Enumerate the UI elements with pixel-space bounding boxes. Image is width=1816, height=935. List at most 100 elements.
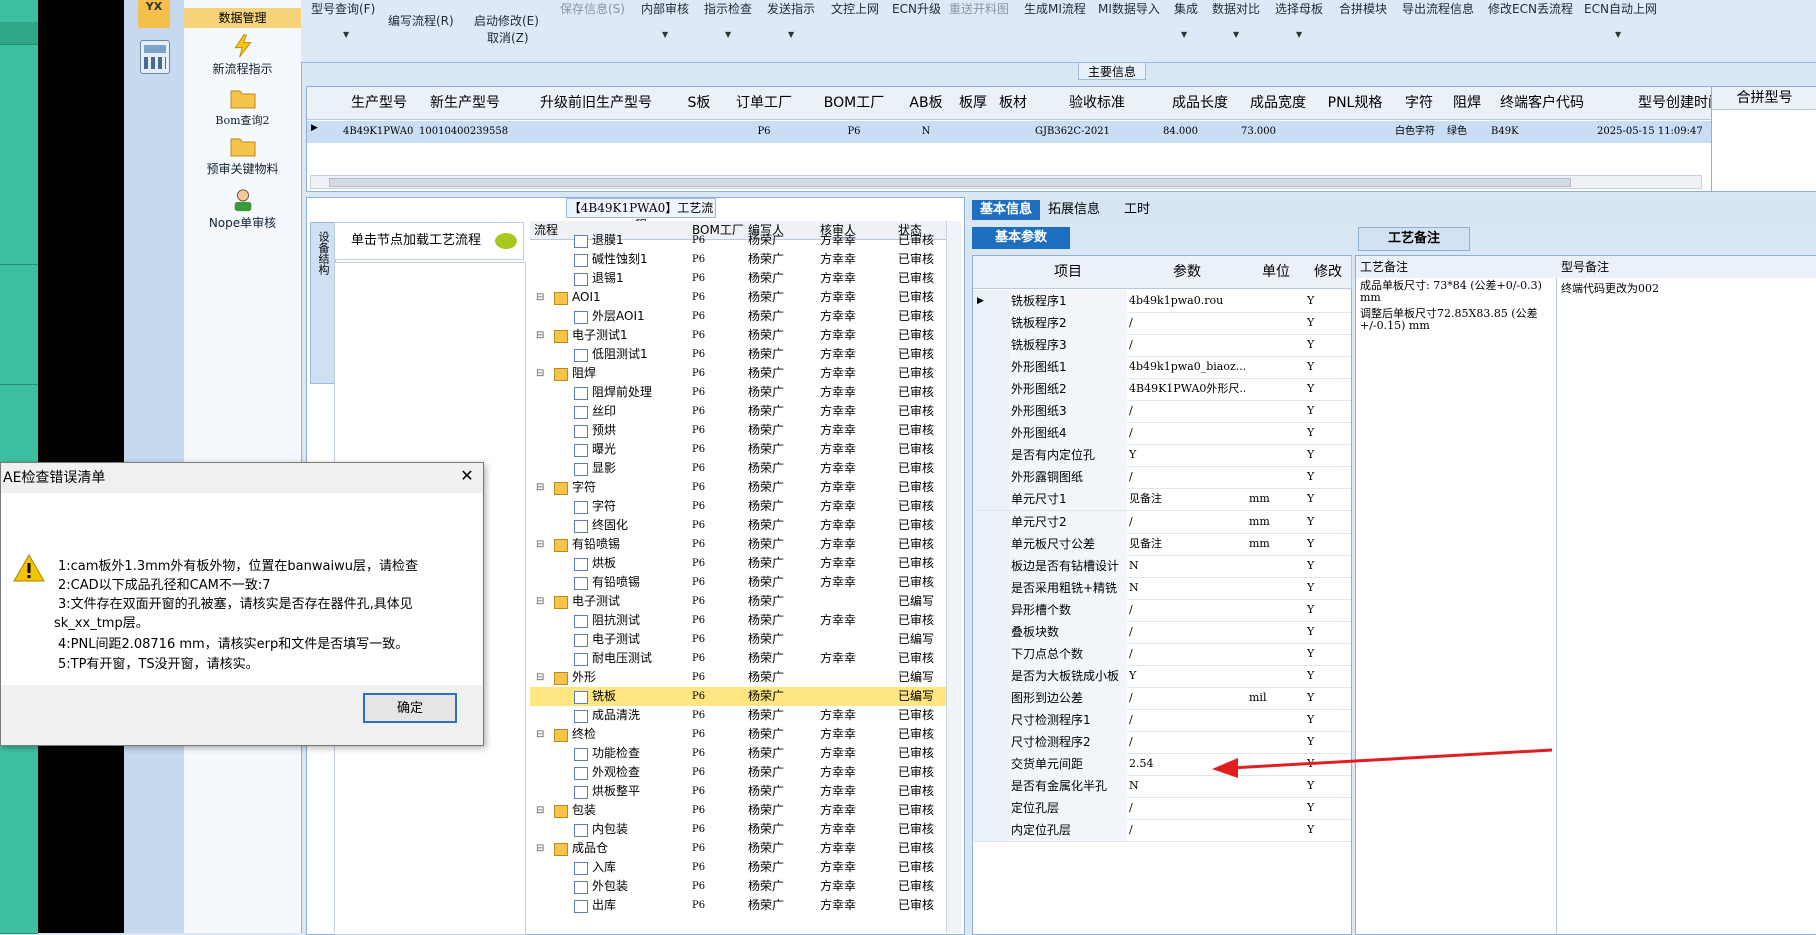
tree-row[interactable]: 阻抗测试 P6 杨荣广 方幸幸 已审核 [530, 611, 946, 630]
param-row[interactable]: 外形图纸4/ Y [973, 422, 1351, 446]
close-icon[interactable]: ✕ [453, 463, 481, 489]
tab-right-2[interactable]: 工时 [1116, 200, 1158, 220]
param-cell-param[interactable]: / [1129, 709, 1245, 731]
tree-row[interactable]: 退膜1 P6 杨荣广 方幸幸 已审核 [530, 231, 946, 250]
tree-row[interactable]: ⊟ 阻焊 P6 杨荣广 方幸幸 已审核 [530, 364, 946, 383]
param-row[interactable]: 外形图纸2 4B49K1PWA0外形尺... Y [973, 378, 1351, 402]
param-cell-param[interactable]: / [1129, 797, 1245, 819]
param-cell-param[interactable]: 4B49K1PWA0外形尺... [1129, 378, 1245, 400]
column-header[interactable]: S板 [679, 87, 720, 120]
column-header[interactable]: 板材 [993, 87, 1034, 120]
column-header[interactable]: 字符 [1393, 87, 1446, 120]
mi-import-button[interactable]: MI数据导入 [1098, 0, 1160, 17]
indicator-check-button[interactable]: 指示检查 [704, 0, 752, 17]
tree-row[interactable]: 耐电压测试 P6 杨荣广 方幸幸 已审核 [530, 649, 946, 668]
param-column-header[interactable]: 项目 [1009, 256, 1128, 289]
param-row[interactable]: 异形槽个数 / Y [973, 598, 1351, 622]
collapse-icon[interactable]: ⊟ [536, 478, 544, 497]
tree-row[interactable]: ⊟ 有铅喷锡 P6 杨荣广 方幸幸 已审核 [530, 535, 946, 554]
param-row[interactable]: ▶ 铣板程序1 4b49k1pwa0.rou Y [973, 290, 1351, 313]
param-cell-param[interactable]: / [1129, 819, 1245, 841]
side-tab-equipment[interactable]: 设备结构 [310, 222, 336, 384]
tab-craft-notes[interactable]: 工艺备注 [1358, 227, 1470, 251]
gen-mi-flow-button[interactable]: 生成MI流程 [1024, 0, 1086, 17]
tree-row[interactable]: ⊟ AOI1 P6 杨荣广 方幸幸 已审核 [530, 288, 946, 307]
param-row[interactable]: 板边是否有钻槽设计 N Y [973, 554, 1351, 578]
param-row[interactable]: 单元尺寸1 见备注 mm Y [973, 488, 1351, 512]
param-row[interactable]: 单元尺寸2/ mm Y [973, 510, 1351, 534]
collapse-icon[interactable]: ⊟ [536, 592, 544, 611]
column-header[interactable]: BOM工厂 [809, 87, 900, 120]
param-row[interactable]: 单元板尺寸公差 见备注 mm Y [973, 532, 1351, 556]
collapse-icon[interactable]: ⊟ [536, 801, 544, 820]
tab-basic-params[interactable]: 基本参数 [972, 227, 1070, 249]
select-board-button[interactable]: 选择母板 [1275, 0, 1323, 17]
param-cell-param[interactable]: / [1129, 422, 1245, 444]
tree-row[interactable]: 内包装 P6 杨荣广 方幸幸 已审核 [530, 820, 946, 839]
column-header[interactable]: 阻焊 [1445, 87, 1490, 120]
tree-row[interactable]: ⊟ 外形 P6 杨荣广 已编写 [530, 668, 946, 687]
start-edit-button[interactable]: 启动修改(E) [474, 12, 539, 29]
tree-row[interactable]: 显影 P6 杨荣广 方幸幸 已审核 [530, 459, 946, 478]
collapse-icon[interactable]: ⊟ [536, 668, 544, 687]
send-indicator-button[interactable]: 发送指示 [767, 0, 815, 17]
calculator-icon[interactable] [140, 40, 170, 74]
tree-row[interactable]: 低阻测试1 P6 杨荣广 方幸幸 已审核 [530, 345, 946, 364]
param-cell-param[interactable]: / [1129, 621, 1245, 643]
param-row[interactable]: 尺寸检测程序1/ Y [973, 708, 1351, 732]
tree-row[interactable]: 有铅喷锡 P6 杨荣广 方幸幸 已审核 [530, 573, 946, 592]
param-row[interactable]: 外形图纸3/ Y [973, 400, 1351, 424]
tree-row[interactable]: 电子测试 P6 杨荣广 已编写 [530, 630, 946, 649]
column-header[interactable]: 终端客户代码 [1489, 87, 1596, 120]
collapse-icon[interactable]: ⊟ [536, 364, 544, 383]
param-row[interactable]: 是否有内定位孔 Y Y [973, 444, 1351, 468]
tree-row[interactable]: 入库 P6 杨荣广 方幸幸 已审核 [530, 858, 946, 877]
tree-row[interactable]: ⊟ 成品仓 P6 杨荣广 方幸幸 已审核 [530, 839, 946, 858]
param-row[interactable]: 定位孔层 / Y [973, 797, 1351, 821]
tree-row[interactable]: 丝印 P6 杨荣广 方幸幸 已审核 [530, 402, 946, 421]
param-cell-param[interactable]: N [1129, 577, 1245, 599]
param-cell-param[interactable]: / [1129, 334, 1245, 356]
column-header[interactable]: PNL规格 [1317, 87, 1394, 120]
edit-flow-button[interactable]: 编写流程(R) [388, 12, 454, 29]
tree-row[interactable]: 铣板 P6 杨荣广 已编写 [530, 687, 946, 706]
param-cell-param[interactable]: / [1129, 643, 1245, 665]
param-row[interactable]: 外形图纸1 4b49k1pwa0_biaoz... Y [973, 356, 1351, 380]
column-header[interactable]: 成品宽度 [1239, 87, 1318, 120]
horizontal-scrollbar[interactable] [310, 175, 1702, 189]
collapse-icon[interactable]: ⊟ [536, 326, 544, 345]
param-cell-param[interactable]: / [1129, 511, 1245, 533]
collapse-icon[interactable]: ⊟ [536, 288, 544, 307]
tree-row[interactable]: 退锡1 P6 杨荣广 方幸幸 已审核 [530, 269, 946, 288]
param-row[interactable]: 下刀点总个数 / Y [973, 642, 1351, 666]
tree-row[interactable]: ⊟ 电子测试 P6 杨荣广 已编写 [530, 592, 946, 611]
doc-upload-button[interactable]: 文控上网 [831, 0, 879, 17]
tab-right-0[interactable]: 基本信息 [972, 200, 1041, 220]
column-header[interactable]: AB板 [899, 87, 954, 120]
resend-drill-button[interactable]: 重送开料图 [949, 0, 1009, 17]
param-cell-param[interactable]: 4b49k1pwa0_biaoz... [1129, 356, 1245, 378]
column-header[interactable]: 升级前旧生产型号 [513, 87, 680, 120]
column-header[interactable]: 板厚 [953, 87, 994, 120]
fix-ecn-button[interactable]: 修改ECN丢流程 [1488, 0, 1573, 17]
tree-row[interactable]: 外观检查 P6 杨荣广 方幸幸 已审核 [530, 763, 946, 782]
param-cell-param[interactable]: / [1129, 687, 1245, 709]
ok-button[interactable]: 确定 [363, 693, 457, 723]
param-cell-param[interactable]: 见备注 [1129, 533, 1245, 555]
collapse-icon[interactable]: ⊟ [536, 725, 544, 744]
param-row[interactable]: 外形露铜图纸 / Y [973, 466, 1351, 490]
tree-row[interactable]: ⊟ 终检 P6 杨荣广 方幸幸 已审核 [530, 725, 946, 744]
ecn-upgrade-button[interactable]: ECN升级 [892, 0, 941, 17]
tree-row[interactable]: 外层AOI1 P6 杨荣广 方幸幸 已审核 [530, 307, 946, 326]
tree-row[interactable]: 外包装 P6 杨荣广 方幸幸 已审核 [530, 877, 946, 896]
param-column-header[interactable]: 修改 [1305, 256, 1352, 289]
data-compare-button[interactable]: 数据对比 [1212, 0, 1260, 17]
column-header[interactable]: 成品长度 [1161, 87, 1240, 120]
param-cell-param[interactable]: Y [1129, 665, 1245, 687]
collapse-icon[interactable]: ⊟ [536, 839, 544, 858]
param-row[interactable]: 铣板程序3/ Y [973, 334, 1351, 358]
param-row[interactable]: 是否采用粗铣+精铣 N Y [973, 576, 1351, 600]
collapse-icon[interactable]: ⊟ [536, 535, 544, 554]
tree-row[interactable]: 阻焊前处理 P6 杨荣广 方幸幸 已审核 [530, 383, 946, 402]
vertical-scrollbar[interactable] [946, 221, 961, 933]
